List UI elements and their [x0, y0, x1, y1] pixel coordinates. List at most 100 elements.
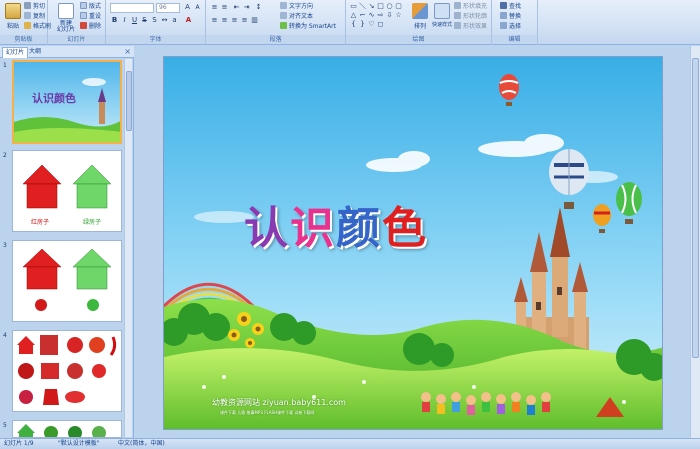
- shrink-font-icon[interactable]: A: [193, 3, 202, 12]
- editor-scroll-thumb[interactable]: [692, 58, 699, 358]
- columns-icon[interactable]: ▥: [250, 16, 259, 25]
- editor-vertical-scrollbar[interactable]: [690, 46, 700, 438]
- thumb-2-caption-red: 红房子: [31, 219, 50, 226]
- shape-fill-button[interactable]: 形状填充: [454, 2, 487, 11]
- replace-button[interactable]: 替换: [500, 12, 521, 21]
- curve-shape-icon[interactable]: ∿: [367, 11, 376, 19]
- title-char-3: 颜: [336, 203, 382, 254]
- pane-scrollbar[interactable]: [124, 59, 132, 437]
- thumb-2-caption-green: 绿房子: [83, 219, 102, 226]
- editing-group-label: 编辑: [492, 35, 537, 44]
- status-language: 中文(简体，中国): [118, 440, 165, 447]
- copy-button[interactable]: 复制: [24, 12, 45, 21]
- align-text-button[interactable]: 对齐文本: [280, 12, 313, 21]
- copy-icon: [24, 12, 31, 19]
- brace-shape-icon[interactable]: {: [349, 20, 358, 28]
- align-right-icon[interactable]: ≡: [230, 16, 239, 25]
- numbering-icon[interactable]: ≡: [220, 3, 229, 12]
- convert-smartart-button[interactable]: 转换为 SmartArt: [280, 22, 336, 31]
- editing-group: 查找 替换 选择 编辑: [492, 0, 538, 45]
- find-button[interactable]: 查找: [500, 2, 521, 11]
- tab-outline[interactable]: 大纲: [26, 47, 44, 58]
- heart-shape-icon[interactable]: ♡: [367, 20, 376, 28]
- delete-slide-button[interactable]: 删除: [80, 22, 101, 31]
- grow-font-icon[interactable]: A: [183, 3, 192, 12]
- pane-scroll-thumb[interactable]: [126, 71, 132, 131]
- main-slide[interactable]: 认识颜色 幼教资源网站 ziyuan.baby611.com 课件下载 儿歌 故…: [163, 56, 663, 430]
- rounded-rect-shape-icon[interactable]: ▢: [394, 2, 403, 10]
- clipboard-group: 粘贴 剪切 复制 格式刷 剪贴板: [0, 0, 51, 45]
- bold-icon[interactable]: B: [110, 16, 119, 25]
- arrange-button[interactable]: 排列: [410, 2, 430, 34]
- align-left-icon[interactable]: ≡: [210, 16, 219, 25]
- align-center-icon[interactable]: ≡: [220, 16, 229, 25]
- status-slide-info: 幻灯片 1/9: [4, 440, 34, 447]
- text-direction-button[interactable]: 文字方向: [280, 2, 313, 11]
- slide-title[interactable]: 认识颜色: [244, 192, 428, 256]
- new-slide-button[interactable]: 新建 幻灯片: [54, 2, 78, 34]
- italic-icon[interactable]: I: [120, 16, 129, 25]
- slide-footer-text: 幼教资源网站 ziyuan.baby611.com: [212, 398, 346, 407]
- align-text-icon: [280, 12, 287, 19]
- triangle-shape-icon[interactable]: △: [349, 11, 358, 19]
- reset-icon: [80, 12, 87, 19]
- quick-styles-button[interactable]: 快速样式: [432, 2, 452, 34]
- slide-thumb-1[interactable]: 认识颜色: [12, 60, 122, 144]
- bullets-icon[interactable]: ≡: [210, 3, 219, 12]
- line-spacing-icon[interactable]: ↕: [254, 3, 263, 12]
- paragraph-group: ≡ ≡ ⇤ ⇥ ↕ ≡ ≡ ≡ ≡ ▥ 文字方向 对齐文本 转换为 SmartA…: [206, 0, 346, 45]
- spacing-icon[interactable]: ↔: [160, 16, 169, 25]
- status-theme: "默认设计模板": [58, 440, 100, 447]
- new-slide-icon: [58, 3, 74, 19]
- shadow-icon[interactable]: S: [150, 16, 159, 25]
- right-arrow-shape-icon[interactable]: ⇨: [376, 11, 385, 19]
- justify-icon[interactable]: ≡: [240, 16, 249, 25]
- slides-group-label: 幻灯片: [48, 35, 105, 44]
- closing-brace-shape-icon[interactable]: }: [358, 20, 367, 28]
- paste-button[interactable]: 粘贴: [2, 2, 24, 34]
- slide-thumb-2-image: [13, 151, 121, 231]
- callout-shape-icon[interactable]: ◻: [376, 20, 385, 28]
- bracket-shape-icon[interactable]: ⌐: [358, 11, 367, 19]
- title-char-1: 认: [244, 203, 290, 254]
- paste-label: 粘贴: [6, 23, 19, 30]
- rectangle-shape-icon[interactable]: ▭: [349, 2, 358, 10]
- select-button[interactable]: 选择: [500, 22, 521, 31]
- reset-button[interactable]: 重设: [80, 12, 101, 21]
- thumb-number: 2: [3, 152, 7, 159]
- font-color-icon[interactable]: A: [184, 16, 193, 25]
- slide-thumb-3[interactable]: [12, 240, 122, 322]
- star-shape-icon[interactable]: ☆: [394, 11, 403, 19]
- strikethrough-icon[interactable]: S: [140, 16, 149, 25]
- increase-indent-icon[interactable]: ⇥: [242, 3, 251, 12]
- change-case-icon[interactable]: a: [170, 16, 179, 25]
- quick-styles-icon: [434, 3, 450, 19]
- square-shape-icon[interactable]: □: [376, 2, 385, 10]
- layout-button[interactable]: 版式: [80, 2, 101, 11]
- slide-thumb-4[interactable]: [12, 330, 122, 412]
- circle-shape-icon[interactable]: ○: [385, 2, 394, 10]
- font-size-combo[interactable]: 96: [156, 3, 180, 13]
- fill-bucket-icon: [454, 2, 461, 9]
- decrease-indent-icon[interactable]: ⇤: [232, 3, 241, 12]
- down-arrow-shape-icon[interactable]: ⇩: [385, 11, 394, 19]
- slide-thumb-5-image: [13, 421, 121, 437]
- font-group: 96 A A B I U S S ↔ a A 字体: [106, 0, 206, 45]
- shape-outline-button[interactable]: 形状轮廓: [454, 12, 487, 21]
- format-painter-button[interactable]: 格式刷: [24, 22, 51, 31]
- ribbon: 粘贴 剪切 复制 格式刷 剪贴板 新建 幻灯片 版式 重设 删除 幻灯片 96 …: [0, 0, 700, 45]
- font-name-combo[interactable]: [110, 3, 154, 13]
- slide-thumb-2[interactable]: 红房子 绿房子: [12, 150, 122, 232]
- smartart-icon: [280, 22, 287, 29]
- drawing-group: ▭ ＼ ↘ □ ○ ▢ △ ⌐ ∿ ⇨ ⇩ ☆ { } ♡ ◻ 排列 快速样式 …: [346, 0, 492, 45]
- line-shape-icon[interactable]: ＼: [358, 2, 367, 10]
- thumb-number: 4: [3, 332, 7, 339]
- tab-slides[interactable]: 幻灯片: [2, 47, 29, 58]
- arrow-shape-icon[interactable]: ↘: [367, 2, 376, 10]
- slide-thumb-5[interactable]: [12, 420, 122, 438]
- cut-button[interactable]: 剪切: [24, 2, 45, 11]
- underline-icon[interactable]: U: [130, 16, 139, 25]
- shape-effects-button[interactable]: 形状效果: [454, 22, 487, 31]
- thumb-number: 1: [3, 62, 7, 69]
- close-icon[interactable]: ×: [124, 47, 131, 56]
